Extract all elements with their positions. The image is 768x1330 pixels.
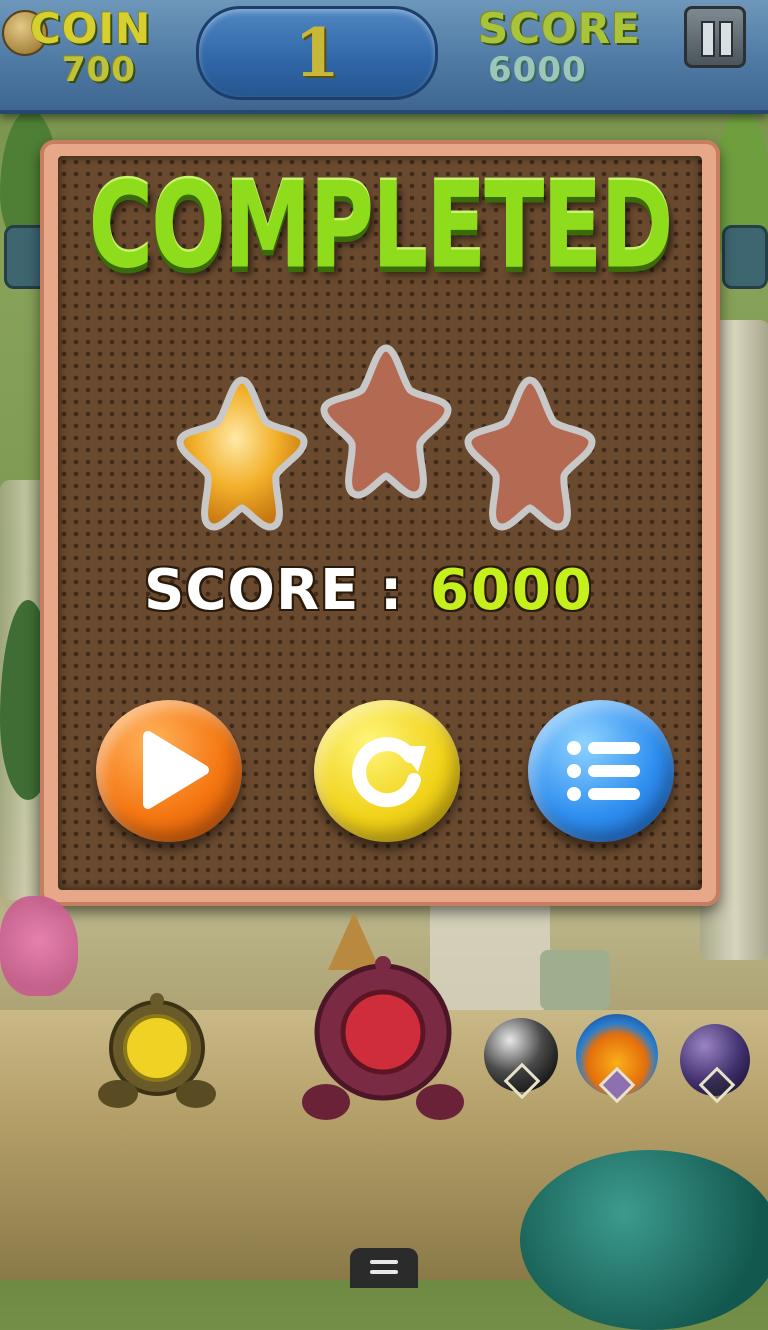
pause-button[interactable]: [684, 6, 746, 68]
level-complete-dialog: COMPLETED SCORE : 6000: [40, 140, 720, 906]
red-shooter-icon[interactable]: [302, 956, 464, 1124]
nav-menu-handle[interactable]: [350, 1248, 418, 1288]
feather-ball-icon[interactable]: [576, 1014, 658, 1104]
level-number: 1: [196, 6, 438, 100]
star-empty-icon: [320, 340, 452, 500]
score-value: 6000: [488, 50, 587, 90]
bomb-ball-icon[interactable]: [680, 1024, 750, 1104]
completed-title: COMPLETED: [88, 156, 674, 296]
next-level-button[interactable]: [96, 700, 242, 842]
bush-foreground: [520, 1150, 768, 1330]
replay-icon: [352, 737, 426, 808]
pink-dragon-enemy: [0, 896, 78, 996]
level-menu-button[interactable]: [528, 700, 674, 842]
yellow-shooter-icon[interactable]: [98, 992, 216, 1114]
score-label: SCORE: [478, 4, 641, 53]
black-ball-icon[interactable]: [484, 1018, 558, 1100]
pause-icon-bar: [719, 21, 733, 57]
pause-icon: [701, 21, 715, 57]
star-filled-icon: [176, 372, 308, 532]
stone-ruin-small: [540, 950, 610, 1010]
hamburger-icon: [370, 1260, 398, 1264]
dialog-score-value: 6000: [430, 558, 594, 623]
replay-button[interactable]: [314, 700, 460, 842]
dialog-score-label: SCORE :: [144, 558, 404, 623]
hamburger-icon-line: [370, 1270, 398, 1274]
menu-list-icon: [567, 741, 640, 801]
right-ornament-icon: [722, 225, 768, 289]
star-empty-icon: [464, 372, 596, 532]
coin-value: 700: [62, 50, 136, 90]
coin-label: COIN: [30, 4, 152, 53]
play-icon: [143, 731, 209, 809]
top-hud: COIN 700 1 SCORE 6000: [0, 0, 768, 114]
